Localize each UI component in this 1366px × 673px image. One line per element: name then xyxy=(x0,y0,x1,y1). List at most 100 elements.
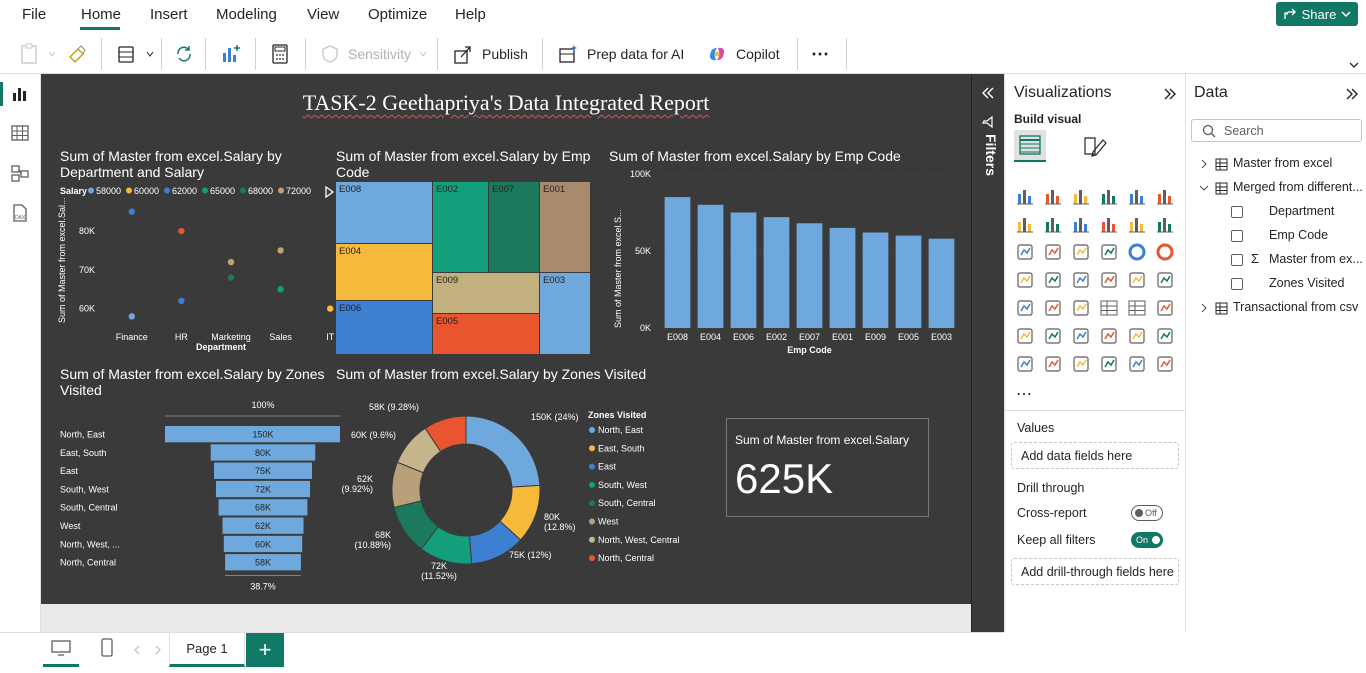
ribbon-chart-icon[interactable] xyxy=(1099,214,1119,234)
publish-button[interactable]: Publish xyxy=(452,38,528,70)
donut-chart-icon[interactable] xyxy=(1155,242,1175,262)
menu-file[interactable]: File xyxy=(22,6,46,23)
filters-pane-collapsed[interactable]: Filters xyxy=(971,74,1004,632)
treemap-tile[interactable]: E008 xyxy=(336,182,432,243)
azure-map-icon[interactable] xyxy=(1099,270,1119,290)
field-checkbox[interactable] xyxy=(1231,254,1243,266)
r-visual-icon[interactable] xyxy=(1155,298,1175,318)
field-checkbox[interactable] xyxy=(1231,230,1243,242)
add-drill-through-well[interactable]: Add drill-through fields here xyxy=(1011,558,1179,585)
clustered-bar-icon[interactable] xyxy=(1071,186,1091,206)
report-view-icon[interactable] xyxy=(10,84,30,104)
copilot-button[interactable]: Copilot xyxy=(706,38,780,70)
donut-chart[interactable]: 150K (24%) 80K (12.8%) 75K (12%) 72K (11.52%)… xyxy=(341,396,701,586)
power-apps-icon[interactable] xyxy=(1043,354,1063,374)
play-axis-icon[interactable] xyxy=(325,186,335,198)
treemap-tile[interactable]: E002 xyxy=(433,182,488,272)
line-clustered-icon[interactable] xyxy=(1015,242,1035,262)
prep-data-button[interactable]: Prep data for AI xyxy=(557,38,684,70)
data-table-item[interactable]: Transactional from csv xyxy=(1186,300,1366,320)
100-column-icon[interactable] xyxy=(1155,186,1175,206)
diamond-icon[interactable] xyxy=(1127,354,1147,374)
metrics-icon[interactable] xyxy=(1099,354,1119,374)
mobile-layout-icon[interactable] xyxy=(100,638,114,658)
sensitivity-button[interactable]: Sensitivity xyxy=(320,38,427,70)
treemap-tile[interactable]: E003 xyxy=(540,273,590,354)
data-field-item[interactable]: Σ Master from ex... xyxy=(1186,252,1366,272)
map-icon[interactable] xyxy=(1043,270,1063,290)
ribbon-icon[interactable] xyxy=(1043,242,1063,262)
menu-modeling[interactable]: Modeling xyxy=(216,6,277,23)
waterfall-icon[interactable] xyxy=(1155,214,1175,234)
data-field-item[interactable]: Zones Visited xyxy=(1186,276,1366,296)
treemap-tile[interactable]: E007 xyxy=(489,182,539,272)
keep-filters-toggle[interactable]: On xyxy=(1131,532,1163,548)
area-chart-icon[interactable] xyxy=(1043,214,1063,234)
clustered-column-icon[interactable] xyxy=(1099,186,1119,206)
gauge-icon[interactable] xyxy=(1127,270,1147,290)
python-visual-icon[interactable] xyxy=(1015,326,1035,346)
data-table-item[interactable]: Master from excel xyxy=(1186,156,1366,176)
field-checkbox[interactable] xyxy=(1231,206,1243,218)
page-tab-1[interactable]: Page 1 xyxy=(169,633,245,667)
get-data-button[interactable] xyxy=(116,38,154,70)
card-icon[interactable] xyxy=(1155,270,1175,290)
qa-icon[interactable] xyxy=(1099,326,1119,346)
kpi-icon[interactable] xyxy=(1043,298,1063,318)
treemap-tile[interactable]: E009 xyxy=(433,273,539,313)
stacked-column-icon[interactable] xyxy=(1043,186,1063,206)
collapse-right-icon[interactable] xyxy=(1345,87,1359,101)
format-painter-button[interactable] xyxy=(66,38,88,70)
collapse-ribbon-icon[interactable] xyxy=(1349,60,1359,70)
narrative-icon[interactable] xyxy=(1127,326,1147,346)
filled-map-icon[interactable] xyxy=(1071,270,1091,290)
paste-button[interactable] xyxy=(20,38,56,70)
slicer-icon[interactable] xyxy=(1071,298,1091,318)
more-options-button[interactable]: ⋯ xyxy=(811,38,829,70)
desktop-layout-button[interactable] xyxy=(43,633,79,667)
scatter-icon[interactable] xyxy=(1099,242,1119,262)
menu-optimize[interactable]: Optimize xyxy=(368,6,427,23)
data-search-box[interactable]: Search xyxy=(1191,119,1362,142)
decomposition-tree-icon[interactable] xyxy=(1071,326,1091,346)
menu-help[interactable]: Help xyxy=(455,6,486,23)
multi-row-card-icon[interactable] xyxy=(1015,298,1035,318)
cross-report-toggle[interactable]: Off xyxy=(1131,505,1163,521)
expand-left-icon[interactable] xyxy=(981,86,995,100)
stacked-area-icon[interactable] xyxy=(1071,214,1091,234)
funnel-chart[interactable]: 100% 150K North, East 80K East, South 75K East… xyxy=(55,396,340,596)
stacked-bar-icon[interactable] xyxy=(1015,186,1035,206)
table-view-icon[interactable] xyxy=(10,123,30,143)
matrix-icon[interactable] xyxy=(1127,298,1147,318)
treemap-icon[interactable] xyxy=(1015,270,1035,290)
key-influencers-icon[interactable] xyxy=(1043,326,1063,346)
collapse-right-icon[interactable] xyxy=(1163,87,1177,101)
menu-view[interactable]: View xyxy=(307,6,339,23)
format-visual-icon[interactable] xyxy=(1081,132,1109,160)
menu-home[interactable]: Home xyxy=(81,6,121,23)
more-visuals-button[interactable]: ⋯ xyxy=(1016,384,1032,404)
trophy-icon[interactable] xyxy=(1155,326,1175,346)
kpi-card[interactable]: Sum of Master from excel.Salary 625K xyxy=(726,418,929,517)
field-checkbox[interactable] xyxy=(1231,278,1243,290)
power-automate-icon[interactable] xyxy=(1071,354,1091,374)
scatter-chart[interactable]: Salary 58000 60000 62000 65000 68000 72000 80… xyxy=(55,182,335,357)
table-icon[interactable] xyxy=(1099,298,1119,318)
model-view-icon[interactable] xyxy=(10,163,30,183)
treemap-tile[interactable]: E001 xyxy=(540,182,590,272)
chevron-right-icon[interactable] xyxy=(154,645,162,655)
line-column-icon[interactable] xyxy=(1127,214,1147,234)
share-button[interactable]: Share xyxy=(1276,2,1358,26)
pie-chart-icon[interactable] xyxy=(1127,242,1147,262)
data-field-item[interactable]: Emp Code xyxy=(1186,228,1366,248)
calculator-button[interactable] xyxy=(270,38,290,70)
build-visual-tab[interactable] xyxy=(1014,130,1046,162)
data-field-item[interactable]: Department xyxy=(1186,204,1366,224)
add-data-well[interactable]: Add data fields here xyxy=(1011,442,1179,469)
paginated-report-icon[interactable] xyxy=(1015,354,1035,374)
add-page-button[interactable]: + xyxy=(246,633,284,667)
menu-insert[interactable]: Insert xyxy=(150,6,188,23)
dax-query-view-icon[interactable]: DAX xyxy=(10,203,30,223)
arrows-icon[interactable] xyxy=(1155,354,1175,374)
treemap-tile[interactable]: E004 xyxy=(336,244,432,300)
